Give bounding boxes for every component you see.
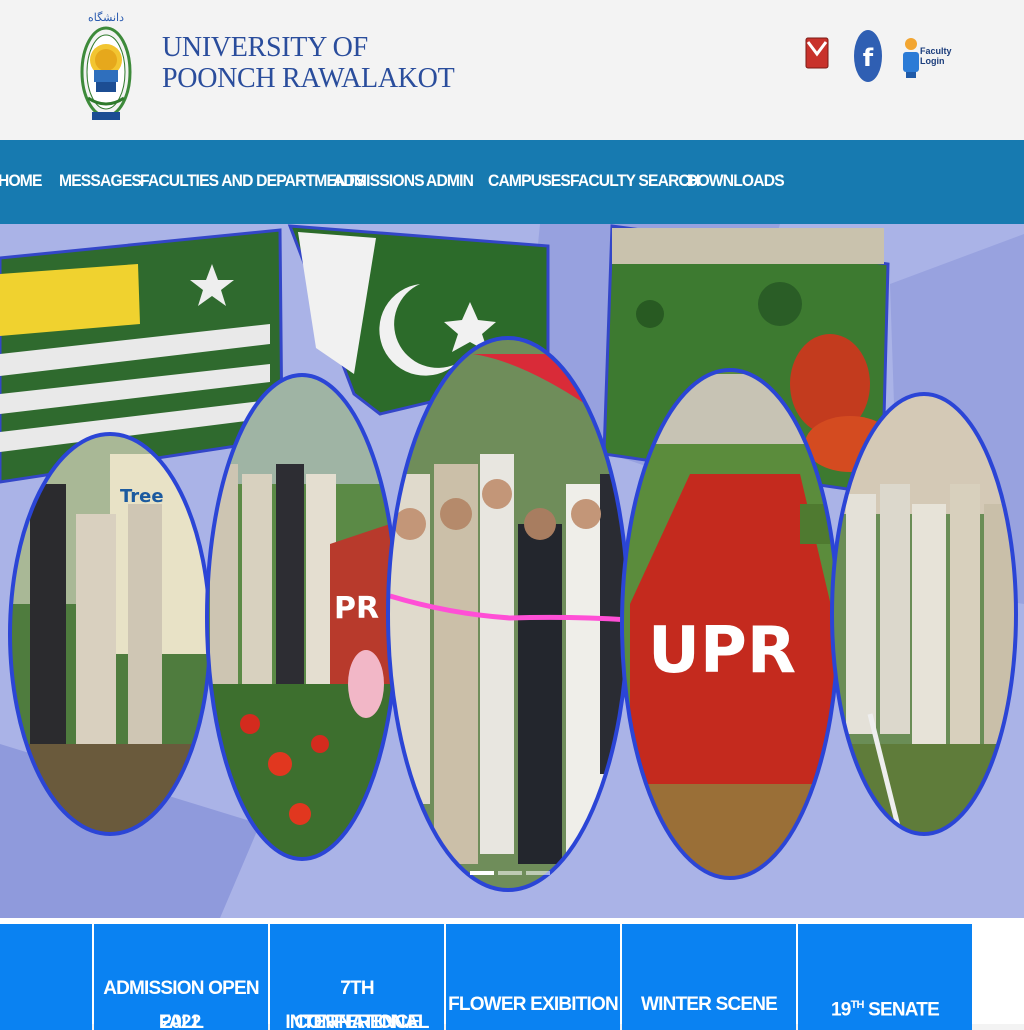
nav-item-campuses[interactable]: CAMPUSES [488, 171, 571, 191]
university-name-line1: UNIVERSITY OF [162, 32, 368, 63]
news-tile-admission[interactable]: ADMISSION OPEN FALL 2022 [94, 924, 268, 1030]
senate-ordinal: TH [850, 999, 865, 1011]
svg-text:f: f [863, 44, 874, 72]
upr-small-text: PR [334, 591, 379, 626]
facebook-icon[interactable]: f [852, 28, 884, 88]
main-nav: HOME MESSAGES FACULTIES AND DEPARTMENTS … [0, 140, 1024, 224]
faculty-login-icon [903, 38, 919, 78]
news-tile-winter-scene-label: WINTER SCENE [640, 994, 778, 1015]
news-tile-conference[interactable]: 7TH INTERNATIONAL CONFERENCE [270, 924, 444, 1030]
slider-dot-3[interactable] [526, 871, 550, 875]
news-tile-senate-meeting[interactable]: 19TH SENATE MEATING [798, 924, 972, 1030]
news-tile-blank [0, 924, 92, 1030]
news-tile-conference-line2: CONFERENCE [294, 1012, 420, 1030]
nav-item-messages[interactable]: MESSAGES [59, 171, 142, 191]
university-logo[interactable]: دانشگاه [80, 8, 132, 126]
news-tile-flower-exhibition[interactable]: FLOWER EXIBITION 2021 [446, 924, 620, 1030]
news-tile-winter-scene[interactable]: WINTER SCENE [622, 924, 796, 1030]
nav-item-faculties-and-departments[interactable]: FACULTIES AND DEPARTMENTS [140, 171, 366, 191]
social-links: f Faculty Login [804, 28, 964, 92]
svg-text:دانشگاه: دانشگاه [88, 11, 124, 24]
gmail-icon[interactable] [804, 34, 830, 74]
university-name[interactable]: UNIVERSITY OF POONCH RAWALAKOT [162, 32, 455, 94]
senate-number: 19 [831, 999, 851, 1021]
site-header: دانشگاه UNIVERSITY OF POONCH RAWALAKOT f [0, 0, 1024, 140]
faculty-login-label-2: Login [920, 56, 945, 66]
nav-item-admissions[interactable]: ADMISSIONS [333, 171, 425, 191]
tree-banner-text: Tree [120, 486, 164, 507]
nav-item-downloads[interactable]: DOWNLOADS [687, 171, 785, 191]
slide-collage: Tree PR UPR [0, 224, 1024, 918]
news-strip: ADMISSION OPEN FALL 2022 7TH INTERNATION… [0, 918, 1024, 1030]
nav-item-home[interactable]: HOME [0, 171, 42, 191]
nav-item-admin[interactable]: ADMIN [426, 171, 474, 191]
slider-dot-1[interactable] [470, 871, 494, 875]
university-name-line2: POONCH RAWALAKOT [162, 63, 455, 94]
nav-item-faculty-search[interactable]: FACULTY SEARCH [570, 171, 700, 191]
image-slider[interactable]: Tree PR UPR [0, 224, 1024, 918]
faculty-login-label-1: Faculty [920, 46, 952, 56]
upr-large-text: UPR [648, 614, 796, 688]
slider-dot-2[interactable] [498, 871, 522, 875]
faculty-login-link[interactable]: Faculty Login [900, 32, 956, 82]
news-tile-admission-line2: 2022 [161, 1012, 201, 1030]
